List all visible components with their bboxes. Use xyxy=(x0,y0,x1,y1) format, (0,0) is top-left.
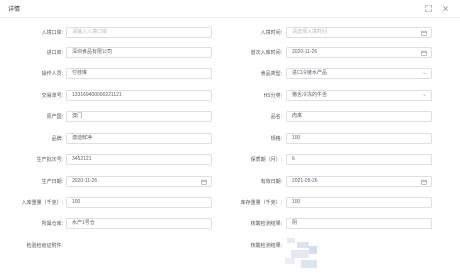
production-date-label: 生产日期: xyxy=(41,179,63,185)
importer-input[interactable]: 深圳食品有限公司 xyxy=(66,47,212,58)
inbound-weight-input[interactable]: 100 xyxy=(66,197,212,208)
nucleic-test-attachment-label: 核酸检测结果: xyxy=(250,243,282,249)
stock-weight-label: 库存重量（千克）: xyxy=(240,200,282,206)
form-row-10: 所属仓库: 水产1号仓 核酸检测结果: 阴 xyxy=(0,218,460,230)
dialog-title: 详情 xyxy=(8,7,21,13)
batch-number-label: 生产批次号: xyxy=(36,157,63,163)
shelf-life-input[interactable]: 6 xyxy=(286,154,432,165)
entry-port-input[interactable]: 请输入入境口岸 xyxy=(66,27,212,38)
form-row-5: 原产国: 澳门 品名: 肉禽 xyxy=(0,111,460,123)
expiry-date-label: 有效日期: xyxy=(260,179,282,185)
close-icon[interactable] xyxy=(440,3,450,13)
attachment-thumbnail[interactable] xyxy=(283,236,323,272)
brand-label: 品牌: xyxy=(51,136,63,142)
entry-time-placeholder: 请选择入境时间 xyxy=(292,29,328,35)
hs-category-select[interactable]: 猪舌冷冻的牛舌 ⌄ xyxy=(286,90,432,101)
transaction-number-label: 交易单号: xyxy=(41,93,63,99)
expiry-date-picker[interactable]: 2021-05-26 xyxy=(286,176,432,187)
origin-country-label: 原产国: xyxy=(46,114,63,120)
specification-label: 规格: xyxy=(270,136,282,142)
calendar-icon xyxy=(421,178,427,185)
stock-weight-input[interactable]: 100 xyxy=(286,197,432,208)
chevron-down-icon: ⌄ xyxy=(421,70,427,76)
warehouse-label: 所属仓库: xyxy=(41,221,63,227)
origin-country-input[interactable]: 澳门 xyxy=(66,111,212,122)
production-date-value: 2020-11-26 xyxy=(72,178,98,184)
food-type-label: 食品类型: xyxy=(260,71,282,77)
form-row-2: 进口商: 深圳食品有限公司 首次入库时间: 2020-11-26 xyxy=(0,47,460,59)
shelf-life-label: 保质期（月）: xyxy=(250,157,282,163)
fullscreen-icon[interactable] xyxy=(423,3,433,13)
form-row-1: 入境口岸: 请输入入境口岸 入境时间: 请选择入境时间 xyxy=(0,27,460,39)
form-row-4: 交易单号: 133169400000221121 HS分类: 猪舌冷冻的牛舌 ⌄ xyxy=(0,90,460,102)
expiry-date-value: 2021-05-26 xyxy=(292,178,318,184)
form-row-3: 操作人员: 付桂琳 食品类型: 进口冷链水产品 ⌄ xyxy=(0,68,460,80)
entry-time-picker[interactable]: 请选择入境时间 xyxy=(286,27,432,38)
first-storage-time-value: 2020-11-26 xyxy=(292,49,318,55)
calendar-icon xyxy=(201,178,207,185)
calendar-icon xyxy=(421,29,427,36)
form-row-11: 检验检疫证附件: 核酸检测结果: xyxy=(0,240,460,252)
product-name-input[interactable]: 肉禽 xyxy=(286,111,432,122)
entry-time-label: 入境时间: xyxy=(260,30,282,36)
calendar-icon xyxy=(421,49,427,56)
operator-label: 操作人员: xyxy=(41,71,63,77)
form-row-6: 品牌: 澳迪鲜净 规格: 100 xyxy=(0,133,460,145)
dialog-header: 详情 xyxy=(0,0,460,18)
first-storage-time-picker[interactable]: 2020-11-26 xyxy=(286,47,432,58)
warehouse-input[interactable]: 水产1号仓 xyxy=(66,218,212,229)
form-row-8: 生产日期: 2020-11-26 有效日期: 2021-05-26 xyxy=(0,176,460,188)
form-row-7: 生产批次号: 3452121 保质期（月）: 6 xyxy=(0,154,460,166)
specification-input[interactable]: 100 xyxy=(286,133,432,144)
inbound-weight-label: 入库重量（千克）: xyxy=(21,200,63,206)
food-type-value: 进口冷链水产品 xyxy=(292,70,328,76)
form-row-9: 入库重量（千克）: 100 库存重量（千克）: 100 xyxy=(0,197,460,209)
batch-number-input[interactable]: 3452121 xyxy=(66,154,212,165)
chevron-down-icon: ⌄ xyxy=(421,92,427,98)
hs-category-value: 猪舌冷冻的牛舌 xyxy=(292,92,328,98)
importer-label: 进口商: xyxy=(46,50,63,56)
product-name-label: 品名: xyxy=(270,114,282,120)
transaction-number-input[interactable]: 133169400000221121 xyxy=(66,90,212,101)
operator-input[interactable]: 付桂琳 xyxy=(66,68,212,79)
nucleic-test-label: 核酸检测结果: xyxy=(250,221,282,227)
quarantine-attachment-label: 检验检疫证附件: xyxy=(26,243,63,249)
production-date-picker[interactable]: 2020-11-26 xyxy=(66,176,212,187)
food-type-select[interactable]: 进口冷链水产品 ⌄ xyxy=(286,68,432,79)
entry-port-label: 入境口岸: xyxy=(41,30,63,36)
first-storage-time-label: 首次入库时间: xyxy=(250,50,282,56)
brand-input[interactable]: 澳迪鲜净 xyxy=(66,133,212,144)
nucleic-test-input[interactable]: 阴 xyxy=(286,218,432,229)
hs-category-label: HS分类: xyxy=(263,93,282,99)
